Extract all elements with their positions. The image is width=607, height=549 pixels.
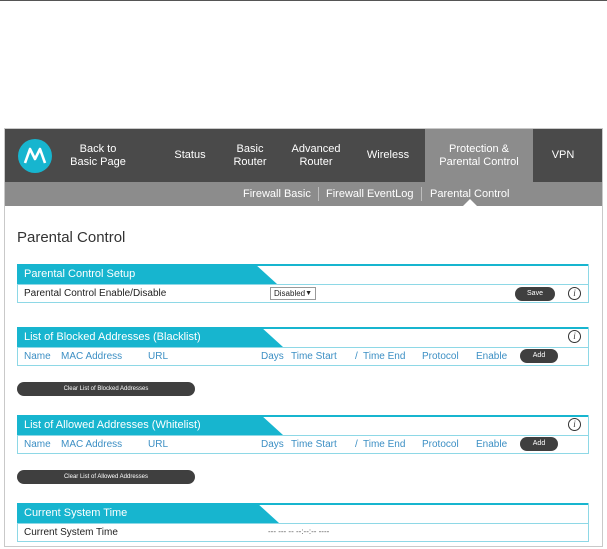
section-title: Current System Time — [17, 503, 279, 523]
section-title: Parental Control Setup — [17, 264, 277, 284]
save-button[interactable]: Save — [515, 287, 555, 301]
top-nav: Back to Basic Page Status Basic Router A… — [5, 129, 602, 182]
current-time-label: Current System Time — [24, 527, 118, 538]
section-title: List of Allowed Addresses (Whitelist) — [17, 415, 283, 435]
select-value: Disabled — [274, 289, 306, 298]
col-mac-address: MAC Address — [61, 351, 123, 362]
nav-basic-router[interactable]: Basic Router — [225, 129, 275, 182]
col-mac-address: MAC Address — [61, 439, 123, 450]
parental-control-setup-section: Parental Control Setup Parental Control … — [17, 264, 589, 303]
col-slash: / — [355, 351, 358, 362]
column-header-row: Name MAC Address URL Days Time Start / T… — [18, 435, 588, 453]
col-url: URL — [148, 439, 169, 450]
col-days: Days — [261, 439, 284, 450]
col-days: Days — [261, 351, 284, 362]
page-title: Parental Control — [17, 229, 126, 246]
col-time-start: Time Start — [291, 439, 337, 450]
col-protocol: Protocol — [422, 439, 459, 450]
current-time-value: --- --- -- --:--:-- ---- — [268, 527, 330, 536]
blocked-addresses-section: List of Blocked Addresses (Blacklist) i … — [17, 327, 589, 366]
col-url: URL — [148, 351, 169, 362]
col-name: Name — [24, 351, 51, 362]
motorola-logo-icon[interactable] — [18, 139, 52, 173]
dropdown-arrow-icon: ▼ — [305, 290, 312, 297]
col-slash: / — [355, 439, 358, 450]
sub-nav: Firewall Basic Firewall EventLog Parenta… — [5, 182, 602, 206]
setup-row: Parental Control Enable/Disable Disabled… — [18, 284, 588, 302]
parental-control-select[interactable]: Disabled ▼ — [270, 287, 316, 300]
subnav-firewall-eventlog[interactable]: Firewall EventLog — [326, 182, 413, 206]
info-icon[interactable]: i — [568, 287, 581, 300]
nav-protection-parental-control[interactable]: Protection & Parental Control — [425, 129, 533, 182]
column-header-row: Name MAC Address URL Days Time Start / T… — [18, 347, 588, 365]
section-title: List of Blocked Addresses (Blacklist) — [17, 327, 283, 347]
col-time-start: Time Start — [291, 351, 337, 362]
time-row: Current System Time --- --- -- --:--:-- … — [18, 523, 588, 541]
active-tab-caret-icon — [463, 199, 477, 206]
subnav-divider — [421, 187, 422, 201]
nav-vpn[interactable]: VPN — [541, 129, 585, 182]
add-allowed-button[interactable]: Add — [520, 437, 558, 451]
add-blocked-button[interactable]: Add — [520, 349, 558, 363]
col-name: Name — [24, 439, 51, 450]
nav-status[interactable]: Status — [165, 129, 215, 182]
col-time-end: Time End — [363, 439, 406, 450]
col-time-end: Time End — [363, 351, 406, 362]
info-icon[interactable]: i — [568, 330, 581, 343]
allowed-addresses-section: List of Allowed Addresses (Whitelist) i … — [17, 415, 589, 454]
clear-allowed-button[interactable]: Clear List of Allowed Addresses — [17, 470, 195, 484]
nav-wireless[interactable]: Wireless — [357, 129, 419, 182]
subnav-firewall-basic[interactable]: Firewall Basic — [243, 182, 311, 206]
nav-advanced-router[interactable]: Advanced Router — [281, 129, 351, 182]
top-rule — [0, 0, 607, 1]
col-protocol: Protocol — [422, 351, 459, 362]
subnav-divider — [318, 187, 319, 201]
clear-blocked-button[interactable]: Clear List of Blocked Addresses — [17, 382, 195, 396]
col-enable: Enable — [476, 439, 508, 450]
router-admin-window: Back to Basic Page Status Basic Router A… — [4, 128, 603, 547]
info-icon[interactable]: i — [568, 418, 581, 431]
col-enable: Enable — [476, 351, 508, 362]
enable-disable-label: Parental Control Enable/Disable — [24, 288, 167, 299]
current-system-time-section: Current System Time Current System Time … — [17, 503, 589, 542]
nav-back-to-basic[interactable]: Back to Basic Page — [57, 129, 139, 182]
